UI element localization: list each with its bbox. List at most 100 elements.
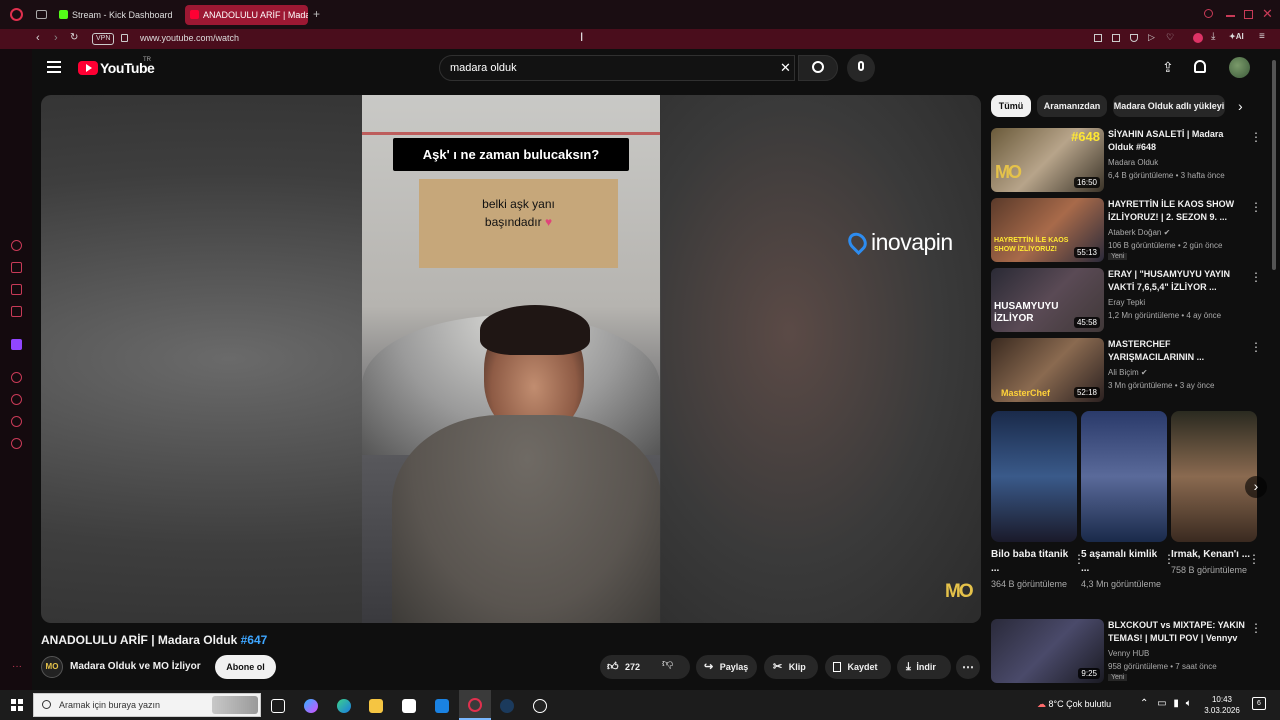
taskbar-search-input[interactable]: Aramak için buraya yazın xyxy=(33,693,261,717)
edge-icon[interactable] xyxy=(337,699,351,713)
notifications-bell-icon[interactable] xyxy=(1194,60,1206,73)
volume-icon[interactable]: 🔈︎ xyxy=(1186,698,1192,709)
list-item[interactable]: HAYRETTİN İLE KAOS SHOW İZLİYORUZ! 55:13… xyxy=(991,198,1271,262)
download-button[interactable]: ⤓ İndir xyxy=(897,655,951,679)
chips-next-icon[interactable]: › xyxy=(1238,98,1243,114)
mail-icon[interactable] xyxy=(435,699,449,713)
mic-tray-icon[interactable]: ▮ xyxy=(1173,698,1179,709)
shield-icon[interactable] xyxy=(1130,34,1138,42)
opera-taskbar-button[interactable] xyxy=(459,690,491,720)
bag-icon[interactable] xyxy=(11,262,22,273)
list-item[interactable]: 9:25 BLXCKOUT vs MIXTAPE: YAKIN TEMAS! |… xyxy=(991,619,1271,683)
forward-icon[interactable]: › xyxy=(54,32,58,44)
share-button[interactable]: ↪ Paylaş xyxy=(696,655,757,679)
vpn-badge[interactable]: VPN xyxy=(92,33,115,45)
video-title[interactable]: BLXCKOUT vs MIXTAPE: YAKIN TEMAS! | MULT… xyxy=(1108,619,1245,645)
chevron-up-icon[interactable]: ⌃ xyxy=(1140,698,1148,709)
profile-icon[interactable] xyxy=(1193,33,1203,43)
video-title[interactable]: MASTERCHEF YARIŞMACILARININ ... xyxy=(1108,338,1245,364)
notification-center-icon[interactable]: 6 xyxy=(1252,697,1266,710)
channel-name[interactable]: Eray Tepki xyxy=(1108,298,1145,307)
short-item[interactable]: 5 aşamalı kimlik ... 4,3 Mn görüntüleme … xyxy=(1081,411,1175,591)
video-thumbnail[interactable]: 9:25 xyxy=(991,619,1104,683)
voice-search-button[interactable] xyxy=(847,54,875,82)
clock[interactable]: 10:43 3.03.2026 xyxy=(1202,694,1242,716)
reload-icon[interactable]: ↻ xyxy=(70,32,78,43)
weather-widget[interactable]: ☁ 8°C Çok bulutlu xyxy=(1037,699,1111,710)
extension-icons[interactable]: ▷ ♡ xyxy=(1094,32,1184,45)
opera-logo-icon[interactable] xyxy=(10,8,23,21)
feed-icon[interactable] xyxy=(11,284,22,295)
search-input[interactable]: madara olduk ✕ xyxy=(439,55,795,81)
chip-all[interactable]: Tümü xyxy=(991,95,1031,117)
more-dots-icon[interactable]: ··· xyxy=(12,661,22,672)
clip-button[interactable]: ✂ Klip xyxy=(764,655,818,679)
task-view-icon[interactable] xyxy=(271,699,285,713)
steam-icon[interactable] xyxy=(500,699,514,713)
more-vert-icon[interactable]: ⋮ xyxy=(1250,340,1262,354)
video-thumbnail[interactable]: MasterChef 52:18 xyxy=(991,338,1104,402)
video-thumbnail[interactable]: #648 MO 16:50 xyxy=(991,128,1104,192)
tab-kick-dashboard[interactable]: Stream - Kick Dashboard xyxy=(54,5,178,25)
aria-icon[interactable] xyxy=(11,240,22,251)
messenger-icon[interactable] xyxy=(11,306,22,317)
more-vert-icon[interactable]: ⋮ xyxy=(1248,552,1260,566)
channel-name[interactable]: Madara Olduk ve MO İzliyor xyxy=(70,661,201,672)
more-vert-icon[interactable]: ⋮ xyxy=(1250,130,1262,144)
maximize-icon[interactable] xyxy=(1244,10,1253,19)
more-vert-icon[interactable]: ⋮ xyxy=(1250,270,1262,284)
channel-name[interactable]: Madara Olduk xyxy=(1108,158,1158,167)
clear-search-icon[interactable]: ✕ xyxy=(780,60,791,76)
short-thumbnail[interactable] xyxy=(1171,411,1257,542)
play-icon[interactable]: ▷ xyxy=(1148,32,1155,43)
minimize-icon[interactable] xyxy=(1226,15,1235,17)
lock-icon[interactable] xyxy=(121,34,128,42)
video-hashtag[interactable]: #647 xyxy=(241,633,268,647)
search-tabs-icon[interactable] xyxy=(1204,9,1213,18)
page-scrollbar[interactable] xyxy=(1272,60,1276,270)
file-explorer-icon[interactable] xyxy=(369,699,383,713)
back-icon[interactable]: ‹ xyxy=(36,32,40,44)
chip-uploader[interactable]: Madara Olduk adlı yükleyi xyxy=(1113,95,1225,117)
guide-menu-icon[interactable] xyxy=(47,61,61,73)
windows-start-icon[interactable] xyxy=(11,699,23,711)
copilot-icon[interactable] xyxy=(304,699,318,713)
short-title[interactable]: Bilo baba titanik ... xyxy=(991,548,1077,576)
like-button[interactable]: 👍︎ 272 xyxy=(607,658,640,676)
store-icon[interactable] xyxy=(402,699,416,713)
short-thumbnail[interactable] xyxy=(991,411,1077,542)
dislike-button[interactable]: 👎︎ xyxy=(662,657,673,670)
video-title[interactable]: ERAY | "HUSAMYUYU YAYIN VAKTİ 7,6,5,4" İ… xyxy=(1108,268,1245,294)
more-vert-icon[interactable]: ⋮ xyxy=(1250,621,1262,635)
snapshot-icon[interactable] xyxy=(1112,34,1120,42)
short-item[interactable]: Bilo baba titanik ... 364 B görüntüleme … xyxy=(991,411,1085,591)
new-tab-icon[interactable]: + xyxy=(313,7,320,21)
history-icon[interactable] xyxy=(11,394,22,405)
upload-icon[interactable]: ⇪ xyxy=(1162,59,1174,76)
menu-icon[interactable]: ≡ xyxy=(1259,31,1265,42)
obs-icon[interactable] xyxy=(533,699,547,713)
more-actions-button[interactable]: ⋯ xyxy=(956,655,980,679)
channel-avatar[interactable]: MO xyxy=(41,656,63,678)
list-item[interactable]: #648 MO 16:50 SİYAHIN ASALETİ | Madara O… xyxy=(991,128,1271,192)
chip-from-search[interactable]: Aramanızdan xyxy=(1037,95,1107,117)
pinboard-icon[interactable] xyxy=(11,416,22,427)
download-icon[interactable]: ⤓ xyxy=(1211,31,1215,42)
short-title[interactable]: Irmak, Kenan'ı ... xyxy=(1171,548,1257,562)
tray-icons[interactable]: ⌃ ▭ ▮ 🔈︎ xyxy=(1140,698,1192,709)
subscribe-button[interactable]: Abone ol xyxy=(215,655,276,679)
short-thumbnail[interactable] xyxy=(1081,411,1167,542)
channel-name[interactable]: Venny HUB xyxy=(1108,649,1149,658)
list-item[interactable]: HUSAMYUYU İZLİYOR 45:58 ERAY | "HUSAMYUY… xyxy=(991,268,1271,332)
account-avatar[interactable] xyxy=(1229,57,1250,78)
shorts-next-icon[interactable]: › xyxy=(1245,476,1267,498)
pin-icon[interactable] xyxy=(1094,34,1102,42)
search-button[interactable] xyxy=(798,55,838,81)
video-thumbnail[interactable]: HUSAMYUYU İZLİYOR 45:58 xyxy=(991,268,1104,332)
settings-icon[interactable] xyxy=(11,438,22,449)
ai-button[interactable]: ✦AI xyxy=(1229,32,1244,41)
video-title[interactable]: SİYAHIN ASALETİ | Madara Olduk #648 xyxy=(1108,128,1245,154)
more-vert-icon[interactable]: ⋮ xyxy=(1250,200,1262,214)
close-window-icon[interactable]: ✕ xyxy=(1262,6,1273,22)
tab-list-icon[interactable] xyxy=(36,10,47,19)
